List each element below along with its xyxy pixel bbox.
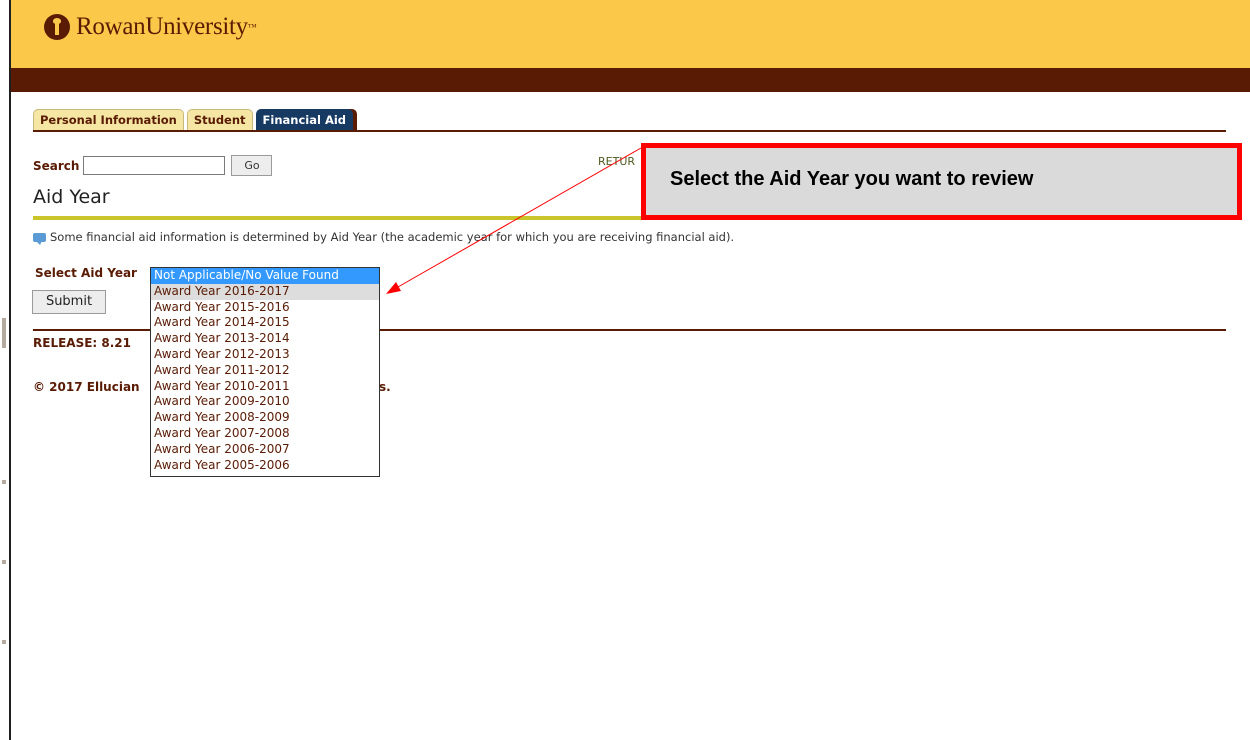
window-edge xyxy=(0,0,11,740)
aid-year-option[interactable]: Award Year 2013-2014 xyxy=(151,331,379,347)
aid-year-option[interactable]: Award Year 2008-2009 xyxy=(151,410,379,426)
edge-mark xyxy=(2,560,6,564)
info-message: Some financial aid information is determ… xyxy=(33,230,735,245)
aid-year-dropdown-list[interactable]: Not Applicable/No Value Found Award Year… xyxy=(150,267,380,477)
arrow-head-icon xyxy=(386,282,401,294)
copyright-start: © 2017 Ellucian xyxy=(33,380,140,394)
aid-year-option[interactable]: Award Year 2015-2016 xyxy=(151,300,379,316)
info-text: Some financial aid information is determ… xyxy=(50,230,735,244)
search-bar: Search Go xyxy=(33,155,273,176)
tab-student[interactable]: Student xyxy=(186,109,253,130)
submit-button[interactable]: Submit xyxy=(32,290,106,314)
edge-mark xyxy=(2,318,6,348)
trademark: ™ xyxy=(247,22,257,32)
tab-financial-aid[interactable]: Financial Aid xyxy=(255,109,354,130)
aid-year-option[interactable]: Award Year 2007-2008 xyxy=(151,426,379,442)
header-bar xyxy=(11,68,1250,92)
instruction-callout: Select the Aid Year you want to review xyxy=(641,143,1242,220)
release-text: RELEASE: 8.21 xyxy=(33,336,131,350)
aid-year-option[interactable]: Award Year 2006-2007 xyxy=(151,442,379,458)
edge-mark xyxy=(2,480,6,484)
copyright-end: s. xyxy=(379,380,391,394)
search-label: Search xyxy=(33,158,80,173)
page-title: Aid Year xyxy=(33,186,110,208)
header-banner: RowanUniversity ™ xyxy=(11,0,1250,68)
search-input[interactable] xyxy=(83,156,226,175)
copyright-text: © 2017 Ellucian s. xyxy=(33,380,391,394)
return-link[interactable]: RETUR xyxy=(598,155,635,168)
university-logo[interactable]: RowanUniversity ™ xyxy=(44,13,257,41)
aid-year-option[interactable]: Award Year 2014-2015 xyxy=(151,315,379,331)
aid-year-option[interactable]: Award Year 2016-2017 xyxy=(151,283,379,300)
callout-text: Select the Aid Year you want to review xyxy=(670,168,1034,190)
aid-year-option[interactable]: Award Year 2010-2011 xyxy=(151,379,379,395)
select-aid-year-label: Select Aid Year xyxy=(35,266,137,280)
aid-year-option[interactable]: Award Year 2011-2012 xyxy=(151,363,379,379)
tab-personal-information[interactable]: Personal Information xyxy=(33,109,184,130)
aid-year-option[interactable]: Award Year 2005-2006 xyxy=(151,458,379,474)
tab-underline xyxy=(33,130,1226,132)
edge-mark xyxy=(2,640,6,644)
torch-icon xyxy=(44,14,70,40)
speech-bubble-icon xyxy=(33,232,46,245)
aid-year-option[interactable]: Award Year 2009-2010 xyxy=(151,394,379,410)
aid-year-option[interactable]: Award Year 2012-2013 xyxy=(151,347,379,363)
aid-year-option[interactable]: Not Applicable/No Value Found xyxy=(151,268,379,284)
tab-bar: Personal Information Student Financial A… xyxy=(33,108,356,130)
go-button[interactable]: Go xyxy=(231,155,273,176)
logo-text: RowanUniversity xyxy=(76,13,248,40)
